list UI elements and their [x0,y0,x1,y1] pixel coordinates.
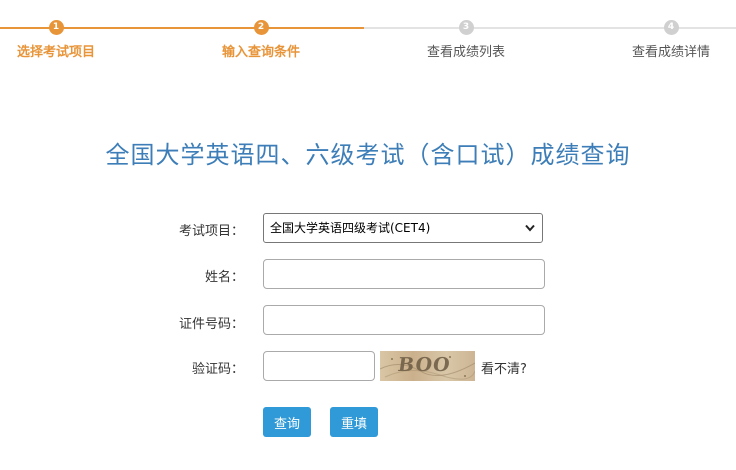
step-2-number-badge: 2 [253,20,269,35]
step-progress-bar: 1 选择考试项目 2 输入查询条件 3 查看成绩列表 4 查看成绩详情 [0,0,736,70]
query-button[interactable]: 查询 [263,407,311,437]
exam-label: 考试项目： [178,224,244,239]
step-2-label: 输入查询条件 [221,45,300,60]
reset-button[interactable]: 重填 [330,407,378,437]
captcha-text: BOO [396,354,453,376]
id-number-label: 证件号码： [178,317,244,332]
step-3-label: 查看成绩列表 [426,45,505,60]
step-4: 4 查看成绩详情 [606,20,736,60]
exam-select[interactable]: 全国大学英语四级考试(CET4) [263,213,543,243]
step-1-label: 选择考试项目 [16,45,95,60]
name-input[interactable] [263,259,545,289]
step-3-number-badge: 3 [458,20,474,35]
id-number-input[interactable] [263,305,545,335]
name-label: 姓名： [204,270,244,285]
step-1: 1 选择考试项目 [0,20,121,60]
captcha-label: 验证码： [191,362,244,377]
step-4-number-badge: 4 [663,20,679,35]
step-1-number-badge: 1 [48,20,64,35]
exam-select-value: 全国大学英语四级考试(CET4) [270,221,431,235]
captcha-refresh-link[interactable]: 看不清? [481,358,527,377]
captcha-input[interactable] [263,351,375,381]
captcha-image[interactable]: BOO [380,351,475,381]
chevron-down-icon [525,224,535,232]
step-4-label: 查看成绩详情 [631,45,710,60]
step-3: 3 查看成绩列表 [401,20,531,60]
page-title: 全国大学英语四、六级考试（含口试）成绩查询 [105,141,631,169]
step-2: 2 输入查询条件 [196,20,326,60]
